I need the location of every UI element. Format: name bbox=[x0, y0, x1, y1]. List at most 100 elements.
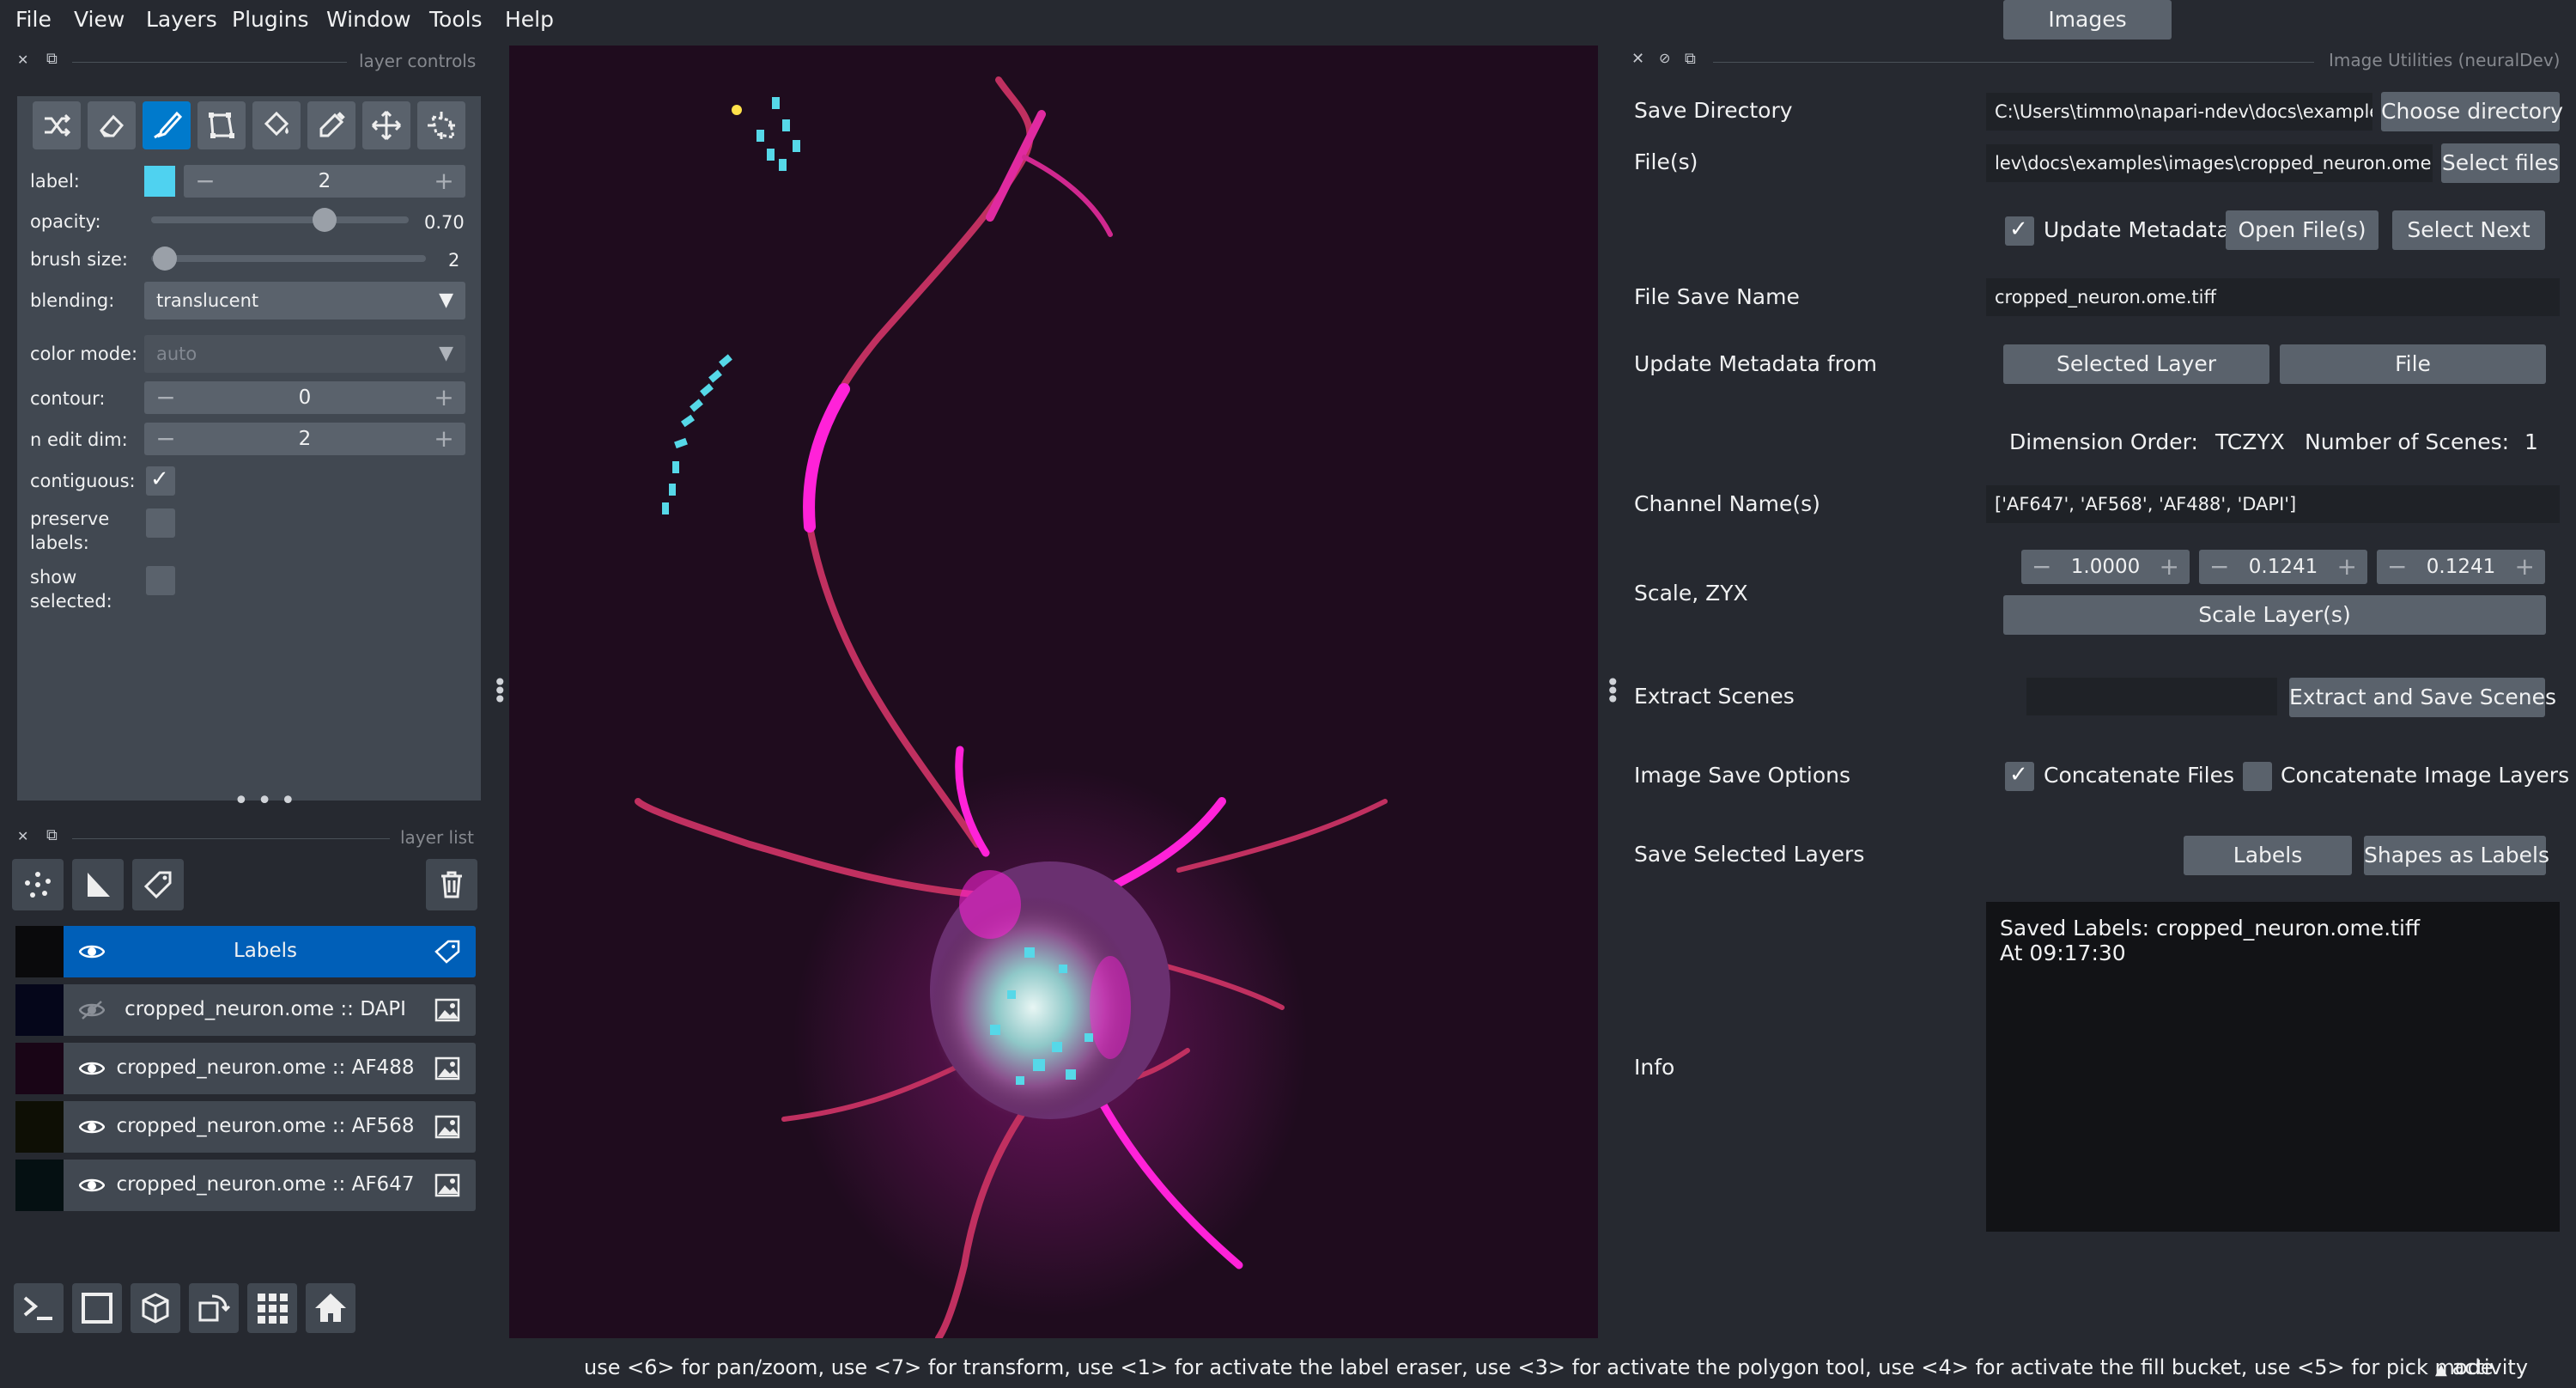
paint-button[interactable] bbox=[143, 101, 191, 149]
viewer-canvas[interactable] bbox=[509, 46, 1598, 1338]
dock-close-icon[interactable]: ✕ bbox=[17, 52, 28, 68]
layer-row-af568[interactable]: cropped_neuron.ome :: AF568 bbox=[15, 1101, 476, 1153]
home-button[interactable] bbox=[306, 1283, 355, 1333]
eye-icon[interactable] bbox=[79, 1117, 105, 1137]
layer-row-af647[interactable]: cropped_neuron.ome :: AF647 bbox=[15, 1160, 476, 1211]
new-labels-button[interactable] bbox=[132, 859, 184, 910]
opacity-label: opacity: bbox=[30, 211, 101, 232]
new-points-button[interactable] bbox=[12, 859, 64, 910]
save-shapes-as-labels-button[interactable]: Shapes as Labels bbox=[2364, 836, 2549, 875]
new-shapes-button[interactable] bbox=[72, 859, 124, 910]
show-selected-checkbox[interactable] bbox=[146, 566, 175, 595]
dock-float-icon[interactable]: ⧉ bbox=[46, 50, 58, 68]
concatenate-files-checkbox[interactable]: ✓ bbox=[2005, 762, 2034, 791]
opacity-slider-handle[interactable] bbox=[313, 208, 337, 232]
eraser-button[interactable] bbox=[88, 101, 136, 149]
concatenate-image-layers-checkbox[interactable] bbox=[2243, 762, 2272, 791]
increment-icon[interactable]: + bbox=[431, 381, 457, 414]
brush-size-slider-handle[interactable] bbox=[153, 247, 177, 271]
decrement-icon[interactable]: − bbox=[153, 381, 179, 414]
extract-scenes-field[interactable] bbox=[2026, 678, 2277, 715]
dimension-order-label: Dimension Order: bbox=[2009, 429, 2198, 454]
pick-button[interactable] bbox=[307, 101, 355, 149]
menu-view[interactable]: View bbox=[74, 7, 125, 32]
menu-help[interactable]: Help bbox=[505, 7, 554, 32]
increment-icon[interactable]: + bbox=[2337, 550, 2357, 584]
decrement-icon[interactable]: − bbox=[192, 165, 218, 198]
metadata-file-button[interactable]: File bbox=[2280, 344, 2546, 384]
files-field[interactable]: lev\docs\examples\images\cropped_neuron.… bbox=[1986, 144, 2433, 182]
transform-button[interactable] bbox=[417, 101, 465, 149]
blending-select[interactable]: translucent ▼ bbox=[144, 282, 465, 320]
selected-layer-button[interactable]: Selected Layer bbox=[2003, 344, 2269, 384]
delete-layer-button[interactable] bbox=[426, 859, 477, 910]
contour-spinbox[interactable]: − 0 + bbox=[144, 381, 465, 414]
menu-plugins[interactable]: Plugins bbox=[232, 7, 309, 32]
channel-names-field[interactable]: ['AF647', 'AF568', 'AF488', 'DAPI'] bbox=[1986, 485, 2560, 523]
select-next-button[interactable]: Select Next bbox=[2392, 210, 2545, 250]
file-save-name-field[interactable]: cropped_neuron.ome.tiff bbox=[1986, 278, 2560, 316]
scale-z-spinbox[interactable]: − 1.0000 + bbox=[2021, 550, 2190, 584]
dock-hide-icon[interactable]: ⊘ bbox=[1659, 50, 1670, 66]
decrement-icon[interactable]: − bbox=[2032, 550, 2051, 584]
dock-close-icon[interactable]: ✕ bbox=[1631, 50, 1644, 68]
decrement-icon[interactable]: − bbox=[153, 423, 179, 455]
console-button[interactable] bbox=[14, 1283, 64, 1333]
menu-file[interactable]: File bbox=[15, 7, 52, 32]
contiguous-checkbox[interactable]: ✓ bbox=[146, 466, 175, 496]
layer-row-labels[interactable]: Labels bbox=[15, 926, 476, 977]
color-mode-select[interactable]: auto ▼ bbox=[144, 335, 465, 373]
open-files-button[interactable]: Open File(s) bbox=[2226, 210, 2379, 250]
preserve-labels-checkbox[interactable] bbox=[146, 508, 175, 538]
save-selected-layers-label: Save Selected Layers bbox=[1634, 842, 1865, 867]
increment-icon[interactable]: + bbox=[2160, 550, 2179, 584]
select-files-button[interactable]: Select files bbox=[2441, 143, 2560, 183]
choose-directory-button[interactable]: Choose directory bbox=[2381, 92, 2563, 131]
ndisplay-button[interactable] bbox=[72, 1283, 122, 1333]
info-text-area[interactable]: Saved Labels: cropped_neuron.ome.tiff At… bbox=[1986, 902, 2560, 1232]
dock-float-icon[interactable]: ⧉ bbox=[46, 826, 58, 844]
roll-dims-button[interactable] bbox=[189, 1283, 239, 1333]
increment-icon[interactable]: + bbox=[431, 165, 457, 198]
eye-icon[interactable] bbox=[79, 941, 105, 962]
activity-button[interactable]: ▲ activity bbox=[2435, 1355, 2528, 1379]
eye-closed-icon[interactable] bbox=[79, 1000, 105, 1020]
save-directory-field[interactable]: C:\Users\timmo\napari-ndev\docs\examples bbox=[1986, 93, 2372, 131]
increment-icon[interactable]: + bbox=[2515, 550, 2535, 584]
menu-layers[interactable]: Layers bbox=[146, 7, 217, 32]
brush-size-label: brush size: bbox=[30, 249, 128, 270]
menu-tools[interactable]: Tools bbox=[429, 7, 483, 32]
extract-save-scenes-button[interactable]: Extract and Save Scenes bbox=[2289, 678, 2556, 717]
layer-row-af488[interactable]: cropped_neuron.ome :: AF488 bbox=[15, 1043, 476, 1094]
grid-button[interactable] bbox=[247, 1283, 297, 1333]
opacity-slider[interactable] bbox=[151, 216, 409, 223]
decrement-icon[interactable]: − bbox=[2387, 550, 2407, 584]
splitter-handle[interactable]: • • • bbox=[1606, 671, 1620, 712]
shuffle-colors-button[interactable] bbox=[33, 101, 81, 149]
pan-zoom-button[interactable] bbox=[362, 101, 410, 149]
dock-float-icon[interactable]: ⧉ bbox=[1685, 50, 1696, 68]
label-color-swatch[interactable] bbox=[144, 166, 175, 197]
splitter-handle[interactable]: • • • bbox=[234, 788, 295, 814]
n-edit-dim-spinbox[interactable]: − 2 + bbox=[144, 423, 465, 455]
scale-layers-button[interactable]: Scale Layer(s) bbox=[2003, 595, 2546, 635]
number-of-scenes-value: 1 bbox=[2524, 429, 2538, 454]
dock-close-icon[interactable]: ✕ bbox=[17, 828, 28, 844]
scale-x-spinbox[interactable]: − 0.1241 + bbox=[2377, 550, 2545, 584]
fill-button[interactable] bbox=[252, 101, 301, 149]
menu-window[interactable]: Window bbox=[326, 7, 411, 32]
save-labels-button[interactable]: Labels bbox=[2184, 836, 2352, 875]
polygon-button[interactable] bbox=[197, 101, 246, 149]
brush-size-slider[interactable] bbox=[151, 255, 426, 262]
layer-row-dapi[interactable]: cropped_neuron.ome :: DAPI bbox=[15, 984, 476, 1036]
decrement-icon[interactable]: − bbox=[2209, 550, 2229, 584]
splitter-handle[interactable]: • • • bbox=[493, 671, 507, 712]
increment-icon[interactable]: + bbox=[431, 423, 457, 455]
eye-icon[interactable] bbox=[79, 1175, 105, 1196]
scale-y-spinbox[interactable]: − 0.1241 + bbox=[2199, 550, 2367, 584]
label-spinbox[interactable]: − 2 + bbox=[184, 165, 465, 198]
update-metadata-checkbox[interactable]: ✓ bbox=[2005, 216, 2034, 246]
eye-icon[interactable] bbox=[79, 1058, 105, 1079]
save-images-button[interactable]: Images bbox=[2003, 0, 2172, 40]
ndisplay-3d-button[interactable] bbox=[131, 1283, 180, 1333]
